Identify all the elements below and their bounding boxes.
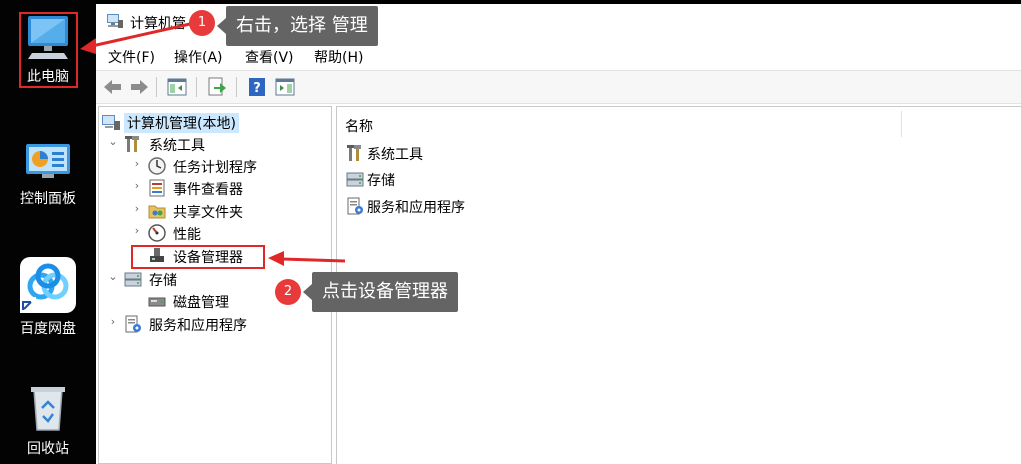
menu-file[interactable]: 文件(F) xyxy=(108,47,155,67)
control-panel-icon xyxy=(26,144,70,178)
menu-bar: 文件(F) 操作(A) 查看(V) 帮助(H) xyxy=(96,42,1021,70)
collapse-chevron-icon[interactable]: › xyxy=(131,224,143,237)
toolbar-divider xyxy=(196,77,197,97)
computer-management-icon xyxy=(102,115,120,130)
tree-node-label: 性能 xyxy=(173,227,201,243)
shared-folder-icon xyxy=(148,205,166,219)
callout-step-1: 右击，选择 管理 xyxy=(217,6,378,46)
tree-node-shared-folders[interactable]: › 共享文件夹 xyxy=(131,200,329,222)
menu-action[interactable]: 操作(A) xyxy=(174,47,223,67)
tree-node-label: 服务和应用程序 xyxy=(149,318,247,334)
forward-arrow-icon[interactable] xyxy=(128,76,150,98)
tree-root-computer-management[interactable]: 计算机管理(本地) xyxy=(101,111,329,133)
computer-management-icon xyxy=(107,14,123,28)
tree-node-services-applications[interactable]: › 服务和应用程序 xyxy=(107,313,329,335)
collapse-chevron-icon[interactable]: › xyxy=(131,202,143,215)
performance-gauge-icon xyxy=(148,224,166,242)
tree-node-label: 共享文件夹 xyxy=(173,205,243,221)
desktop-icon-recycle-bin[interactable]: 回收站 xyxy=(0,384,96,458)
action-pane-icon[interactable] xyxy=(274,76,296,98)
highlight-box-device-manager xyxy=(131,245,265,269)
toolbar: ? xyxy=(96,70,1021,104)
column-header-name[interactable]: 名称 xyxy=(345,116,373,136)
list-item-label: 服务和应用程序 xyxy=(367,200,465,216)
toolbar-divider xyxy=(236,77,237,97)
expand-chevron-icon[interactable]: ⌄ xyxy=(107,270,119,283)
storage-icon xyxy=(124,272,142,287)
tree-node-label: 磁盘管理 xyxy=(173,295,229,311)
show-hide-console-tree-icon[interactable] xyxy=(166,76,188,98)
highlight-box-this-pc xyxy=(19,12,78,88)
storage-icon xyxy=(346,172,364,187)
tree-node-label: 计算机管理(本地) xyxy=(124,113,239,133)
svg-text:?: ? xyxy=(253,81,261,96)
toolbar-divider xyxy=(156,77,157,97)
services-applications-icon xyxy=(125,315,141,333)
desktop-icon-label: 控制面板 xyxy=(20,191,76,207)
tree-node-label: 任务计划程序 xyxy=(173,160,257,176)
event-viewer-icon xyxy=(149,179,165,197)
tree-node-performance[interactable]: › 性能 xyxy=(131,222,329,244)
collapse-chevron-icon[interactable]: › xyxy=(131,157,143,170)
tree-node-system-tools[interactable]: ⌄ 系统工具 xyxy=(107,133,329,155)
tree-node-label: 存储 xyxy=(149,273,177,289)
step-badge-1: 1 xyxy=(189,10,215,36)
list-item-label: 存储 xyxy=(367,173,395,189)
back-arrow-icon[interactable] xyxy=(102,76,124,98)
menu-view[interactable]: 查看(V) xyxy=(245,47,294,67)
tree-node-label: 事件查看器 xyxy=(173,182,243,198)
expand-chevron-icon[interactable]: ⌄ xyxy=(107,135,119,148)
tree-node-event-viewer[interactable]: › 事件查看器 xyxy=(131,177,329,199)
clock-icon xyxy=(148,157,166,175)
computer-management-window: 计算机管 文件(F) 操作(A) 查看(V) 帮助(H) ? 计算机管理(本地)… xyxy=(96,0,1021,464)
services-applications-icon xyxy=(347,197,363,215)
baidu-netdisk-icon xyxy=(20,257,76,313)
collapse-chevron-icon[interactable]: › xyxy=(107,315,119,328)
tools-icon xyxy=(125,136,139,152)
window-title: 计算机管 xyxy=(130,16,186,32)
desktop-icon-label: 百度网盘 xyxy=(20,321,76,337)
desktop-icon-baidu-netdisk[interactable]: 百度网盘 xyxy=(0,256,96,338)
desktop-icon-label: 回收站 xyxy=(27,441,69,457)
help-icon[interactable]: ? xyxy=(246,76,268,98)
export-list-icon[interactable] xyxy=(206,76,228,98)
tools-icon xyxy=(347,145,361,161)
step-badge-2: 2 xyxy=(275,279,301,305)
desktop-icon-control-panel[interactable]: 控制面板 xyxy=(0,140,96,208)
recycle-bin-icon xyxy=(31,387,65,431)
column-divider[interactable] xyxy=(901,111,902,137)
callout-step-2: 点击设备管理器 xyxy=(303,272,458,312)
tree-node-task-scheduler[interactable]: › 任务计划程序 xyxy=(131,155,329,177)
list-item-label: 系统工具 xyxy=(367,147,423,163)
collapse-chevron-icon[interactable]: › xyxy=(131,179,143,192)
disk-management-icon xyxy=(148,297,166,307)
menu-help[interactable]: 帮助(H) xyxy=(314,47,363,67)
tree-node-label: 系统工具 xyxy=(149,138,205,154)
